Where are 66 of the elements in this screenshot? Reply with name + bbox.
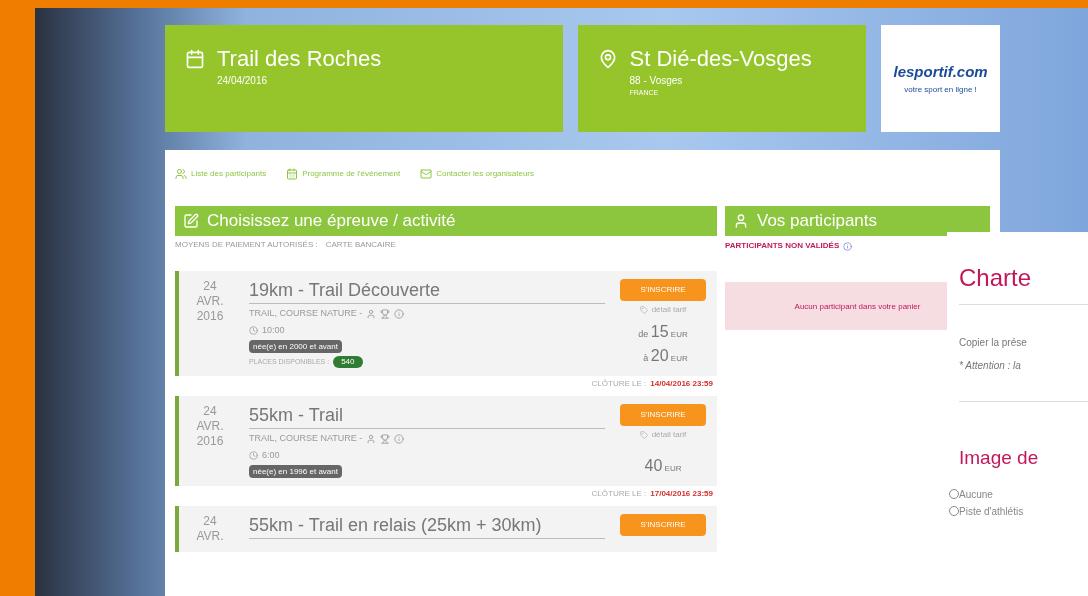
users-icon [175, 168, 187, 180]
location-department: 88 - Vosges [629, 74, 684, 88]
warning-text: PARTICIPANTS NON VALIDÉS [725, 240, 840, 252]
nav-link[interactable]: Liste des participants [175, 168, 267, 180]
logo-tagline: votre sport en ligne ! [904, 83, 977, 96]
logo-text: lesportif.com [893, 62, 988, 83]
closing-label: CLÔTURE LE : [591, 379, 647, 389]
nav-link[interactable]: Programme de l'événement [286, 168, 401, 180]
date-month: AVR. [196, 419, 224, 434]
date-year: 2016 [196, 434, 224, 449]
trophy-icon [380, 433, 391, 444]
price: de 15 EUR [638, 322, 688, 342]
activity-tags: TRAIL, COURSE NATURE - [249, 307, 363, 321]
payment-label: MOYENS DE PAIEMENT AUTORISÉS : [175, 239, 318, 251]
mail-icon [420, 168, 433, 180]
nav-link[interactable]: Contacter les organisateurs [420, 168, 534, 180]
payment-value: CARTE BANCAIRE [325, 239, 396, 251]
section-title: Choisissez une épreuve / activité [207, 210, 456, 233]
charter-note: * Attention : la [959, 358, 1088, 402]
date-day: 24 [203, 404, 217, 419]
help-icon [843, 241, 853, 251]
calendar-icon [185, 49, 205, 69]
person-icon [366, 433, 377, 444]
radio-label[interactable]: Piste d'athlétis [959, 503, 1024, 519]
edit-icon [183, 213, 199, 229]
price: à 20 EUR [643, 346, 688, 366]
clock-icon [249, 325, 258, 335]
activity-title[interactable]: 55km - Trail en relais (25km + 30km) [249, 514, 605, 539]
register-button[interactable]: S'INSCRIRE [620, 514, 706, 536]
calendar-icon [286, 168, 299, 180]
trophy-icon [380, 308, 391, 319]
info-icon [394, 308, 405, 319]
date-year: 2016 [196, 309, 224, 324]
tariff-link[interactable]: détail tarif [651, 304, 687, 316]
date-month: AVR. [196, 294, 224, 309]
start-time: 10:00 [262, 323, 285, 337]
tag-icon [639, 306, 648, 314]
register-button[interactable]: S'INSCRIRE [620, 404, 706, 426]
activity-title[interactable]: 19km - Trail Découverte [249, 279, 605, 304]
date-month: AVR. [196, 529, 224, 544]
section-title: Vos participants [757, 210, 877, 233]
radio-label[interactable]: Aucune [959, 486, 993, 502]
activity-tags: TRAIL, COURSE NATURE - [249, 432, 363, 446]
tariff-link[interactable]: détail tarif [651, 429, 687, 441]
start-time: 6:00 [262, 448, 280, 462]
date-day: 24 [203, 279, 217, 294]
age-badge: née(e) en 2000 et avant [249, 340, 342, 353]
tag-icon [639, 431, 648, 439]
closing-date: 17/04/2016 23:59 [650, 489, 713, 499]
price: 40 EUR [644, 456, 682, 476]
closing-date: 14/04/2016 23:59 [650, 379, 713, 389]
person-icon [366, 308, 377, 319]
user-icon [733, 213, 749, 229]
location-city: St Dié-des-Vosges [629, 45, 812, 73]
event-date: 24/04/2016 [217, 74, 269, 88]
age-badge: née(e) en 1996 et avant [249, 465, 342, 478]
info-icon [394, 433, 405, 444]
date-day: 24 [203, 514, 217, 529]
charter-text: Copier la prése [959, 336, 1028, 350]
register-button[interactable]: S'INSCRIRE [620, 279, 706, 301]
clock-icon [249, 450, 258, 460]
places-badge: 540 [333, 356, 363, 368]
closing-label: CLÔTURE LE : [591, 489, 647, 499]
image-title: Image de [959, 446, 1040, 470]
activity-title[interactable]: 55km - Trail [249, 404, 605, 429]
event-title: Trail des Roches [217, 45, 382, 73]
